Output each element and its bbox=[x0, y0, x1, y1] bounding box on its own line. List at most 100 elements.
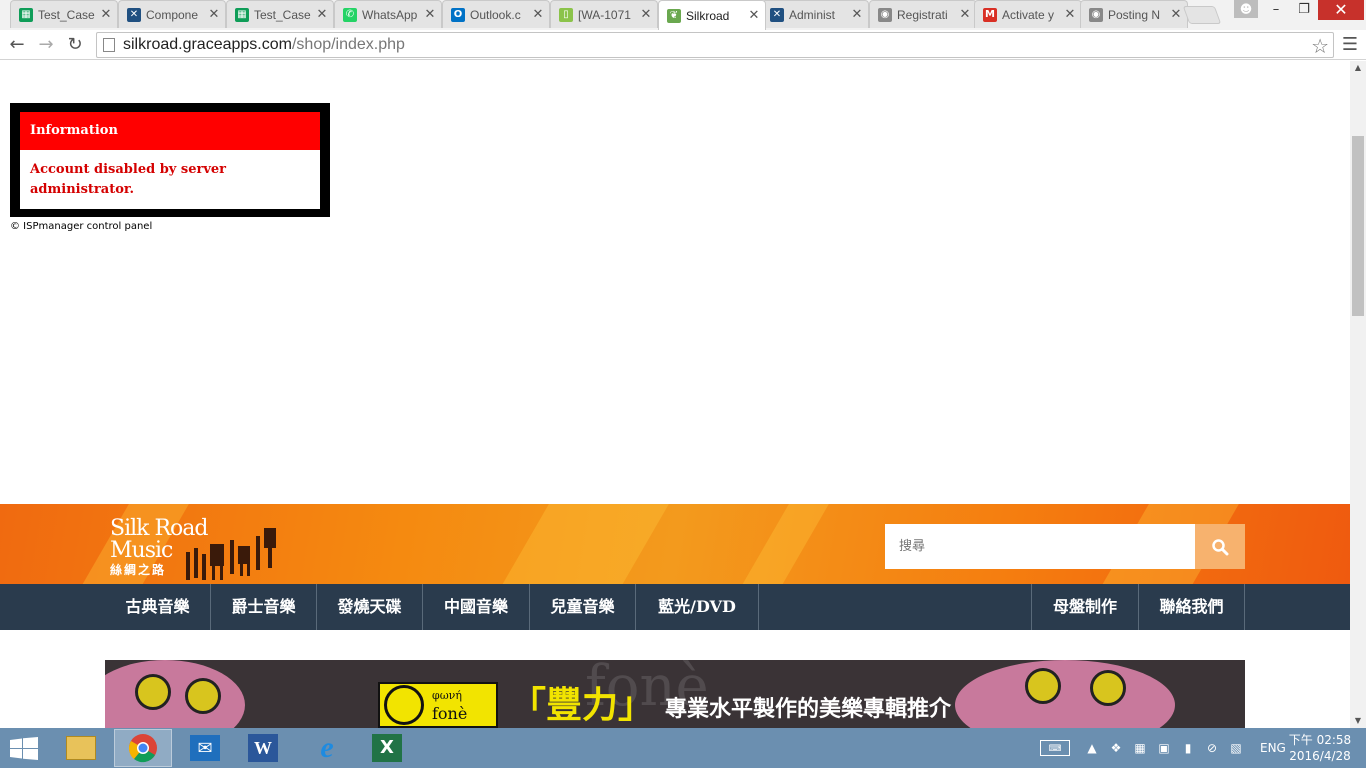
word-icon[interactable]: W bbox=[234, 729, 292, 767]
bookmark-star-icon[interactable]: ☆ bbox=[1311, 34, 1329, 58]
browser-tab[interactable]: ◉ Registrati ✕ bbox=[869, 0, 977, 28]
browser-tab[interactable]: M Activate y ✕ bbox=[974, 0, 1082, 28]
browser-tab[interactable]: ✕ Compone ✕ bbox=[118, 0, 226, 28]
information-dialog: Information Account disabled by server a… bbox=[10, 103, 330, 217]
tab-label: Activate y bbox=[1002, 7, 1055, 22]
camel-caravan-icon bbox=[186, 528, 276, 580]
menu-icon[interactable]: ☰ bbox=[1340, 34, 1360, 56]
sheets-icon: ▦ bbox=[235, 7, 249, 22]
windows-taskbar: ✉ W e X ⌨ ▲ ❖ ▦ ▣ ▮ ⊘ ▧ ENG 下午 02:58 201… bbox=[0, 728, 1366, 768]
network-icon[interactable]: ▮ bbox=[1180, 740, 1196, 756]
browser-tab[interactable]: O Outlook.c ✕ bbox=[442, 0, 550, 28]
tab-close-icon[interactable]: ✕ bbox=[531, 7, 545, 22]
tab-label: WhatsApp bbox=[362, 7, 418, 22]
browser-toolbar: ← → ↻ silkroad.graceapps.com/shop/index.… bbox=[0, 30, 1366, 60]
keyboard-icon[interactable]: ⌨ bbox=[1040, 740, 1070, 756]
nav-item-mastering[interactable]: 母盤制作 bbox=[1031, 584, 1138, 630]
scroll-up-icon[interactable]: ▲ bbox=[1350, 61, 1366, 75]
outlook-icon: O bbox=[451, 7, 465, 22]
search-input[interactable] bbox=[885, 524, 1195, 569]
nav-item-jazz[interactable]: 爵士音樂 bbox=[211, 584, 317, 630]
reload-icon[interactable]: ↻ bbox=[64, 34, 86, 56]
tab-close-icon[interactable]: ✕ bbox=[1169, 7, 1183, 22]
tab-close-icon[interactable]: ✕ bbox=[747, 8, 761, 23]
dialog-message: Account disabled by server administrator… bbox=[20, 150, 320, 209]
forward-arrow-icon[interactable]: → bbox=[35, 34, 57, 56]
tab-close-icon[interactable]: ✕ bbox=[423, 7, 437, 22]
system-tray: ⌨ ▲ ❖ ▦ ▣ ▮ ⊘ ▧ ENG bbox=[1036, 728, 1286, 768]
tab-label: Outlook.c bbox=[470, 7, 521, 22]
tab-label: Administ bbox=[789, 7, 836, 22]
globe-icon: ◉ bbox=[1089, 7, 1103, 22]
chrome-icon[interactable] bbox=[114, 729, 172, 767]
volume-muted-icon[interactable]: ⊘ bbox=[1204, 740, 1220, 756]
search-icon bbox=[1212, 538, 1229, 555]
browser-tab[interactable]: ▦ Test_Case ✕ bbox=[10, 0, 118, 28]
main-nav: 古典音樂 爵士音樂 發燒天碟 中國音樂 兒童音樂 藍光/DVD 母盤制作 聯絡我… bbox=[0, 584, 1350, 630]
tab-close-icon[interactable]: ✕ bbox=[639, 7, 653, 22]
ie-icon[interactable]: e bbox=[298, 729, 356, 767]
jira-icon: ✕ bbox=[127, 7, 141, 22]
copyright-text: © ISPmanager control panel bbox=[10, 221, 153, 232]
minimize-icon[interactable]: – bbox=[1262, 0, 1290, 20]
tab-close-icon[interactable]: ✕ bbox=[1063, 7, 1077, 22]
tab-label: Posting N bbox=[1108, 7, 1161, 22]
globe-icon: ◉ bbox=[878, 7, 892, 22]
vertical-scrollbar[interactable]: ▲ ▼ bbox=[1350, 61, 1366, 728]
nav-item-contact[interactable]: 聯絡我們 bbox=[1138, 584, 1245, 630]
tab-close-icon[interactable]: ✕ bbox=[850, 7, 864, 22]
display-icon[interactable]: ▣ bbox=[1156, 740, 1172, 756]
nav-item-bluray-dvd[interactable]: 藍光/DVD bbox=[636, 584, 759, 630]
browser-tab[interactable]: ▯ [WA-1071 ✕ bbox=[550, 0, 658, 28]
scroll-down-icon[interactable]: ▼ bbox=[1350, 714, 1366, 728]
show-hidden-icon[interactable]: ▲ bbox=[1084, 740, 1100, 756]
sheets-icon: ▦ bbox=[19, 7, 33, 22]
restore-icon[interactable]: ❐ bbox=[1290, 0, 1318, 20]
new-tab-button[interactable] bbox=[1182, 6, 1222, 24]
promo-tagline: 專業水平製作的美樂專輯推介 bbox=[665, 696, 952, 722]
horn-icon bbox=[384, 685, 424, 725]
tab-close-icon[interactable]: ✕ bbox=[958, 7, 972, 22]
nav-item-audiophile[interactable]: 發燒天碟 bbox=[317, 584, 423, 630]
promo-banner[interactable]: fonè φωνή fonè 「豐力」 專業水平製作的美樂專輯推介 bbox=[105, 660, 1245, 728]
mail-icon[interactable]: ✉ bbox=[176, 729, 234, 767]
tab-label: Compone bbox=[146, 7, 199, 22]
browser-tab[interactable]: ✆ WhatsApp ✕ bbox=[334, 0, 442, 28]
windows-flag-icon[interactable]: ▦ bbox=[1132, 740, 1148, 756]
power-icon[interactable]: ▧ bbox=[1228, 740, 1244, 756]
page-viewport: Information Account disabled by server a… bbox=[0, 61, 1350, 728]
dropbox-icon[interactable]: ❖ bbox=[1108, 740, 1124, 756]
tab-close-icon[interactable]: ✕ bbox=[315, 7, 329, 22]
promo-headline: 「豐力」 bbox=[510, 684, 655, 726]
tab-close-icon[interactable]: ✕ bbox=[99, 7, 113, 22]
jira-icon: ✕ bbox=[770, 7, 784, 22]
search-button[interactable] bbox=[1195, 524, 1245, 569]
browser-tab[interactable]: ❦ Silkroad ✕ bbox=[658, 0, 766, 30]
tab-strip: ▦ Test_Case ✕ ✕ Compone ✕ ▦ Test_Case ✕ ✆ WhatsApp… bbox=[0, 0, 1366, 30]
tab-label: Registrati bbox=[897, 7, 948, 22]
nav-item-chinese[interactable]: 中國音樂 bbox=[423, 584, 530, 630]
tab-label: [WA-1071 bbox=[578, 7, 631, 22]
address-url: silkroad.graceapps.com/shop/index.php bbox=[123, 36, 405, 53]
scrollbar-thumb[interactable] bbox=[1352, 136, 1364, 316]
tab-label: Silkroad bbox=[686, 8, 730, 23]
excel-icon[interactable]: X bbox=[358, 729, 416, 767]
whatsapp-icon: ✆ bbox=[343, 7, 357, 22]
close-window-icon[interactable]: ✕ bbox=[1318, 0, 1364, 20]
nav-item-classical[interactable]: 古典音樂 bbox=[105, 584, 211, 630]
back-arrow-icon[interactable]: ← bbox=[6, 34, 28, 56]
address-bar[interactable]: silkroad.graceapps.com/shop/index.php ☆ bbox=[96, 32, 1334, 58]
browser-tab[interactable]: ✕ Administ ✕ bbox=[761, 0, 869, 28]
taskbar-clock[interactable]: 下午 02:58 2016/4/28 bbox=[1285, 732, 1355, 764]
language-indicator[interactable]: ENG bbox=[1260, 741, 1286, 755]
browser-tab[interactable]: ◉ Posting N ✕ bbox=[1080, 0, 1188, 28]
page-icon: ▯ bbox=[559, 7, 573, 22]
nav-item-children[interactable]: 兒童音樂 bbox=[530, 584, 636, 630]
windows-start-icon[interactable] bbox=[10, 737, 38, 761]
file-explorer-icon[interactable] bbox=[52, 729, 110, 767]
window-controls: – ❐ ✕ bbox=[1262, 0, 1364, 20]
user-profile-icon[interactable]: ☻ bbox=[1234, 0, 1258, 18]
site-header-banner: Silk Road Music 絲綢之路 bbox=[0, 504, 1350, 584]
tab-close-icon[interactable]: ✕ bbox=[207, 7, 221, 22]
browser-tab[interactable]: ▦ Test_Case ✕ bbox=[226, 0, 334, 28]
